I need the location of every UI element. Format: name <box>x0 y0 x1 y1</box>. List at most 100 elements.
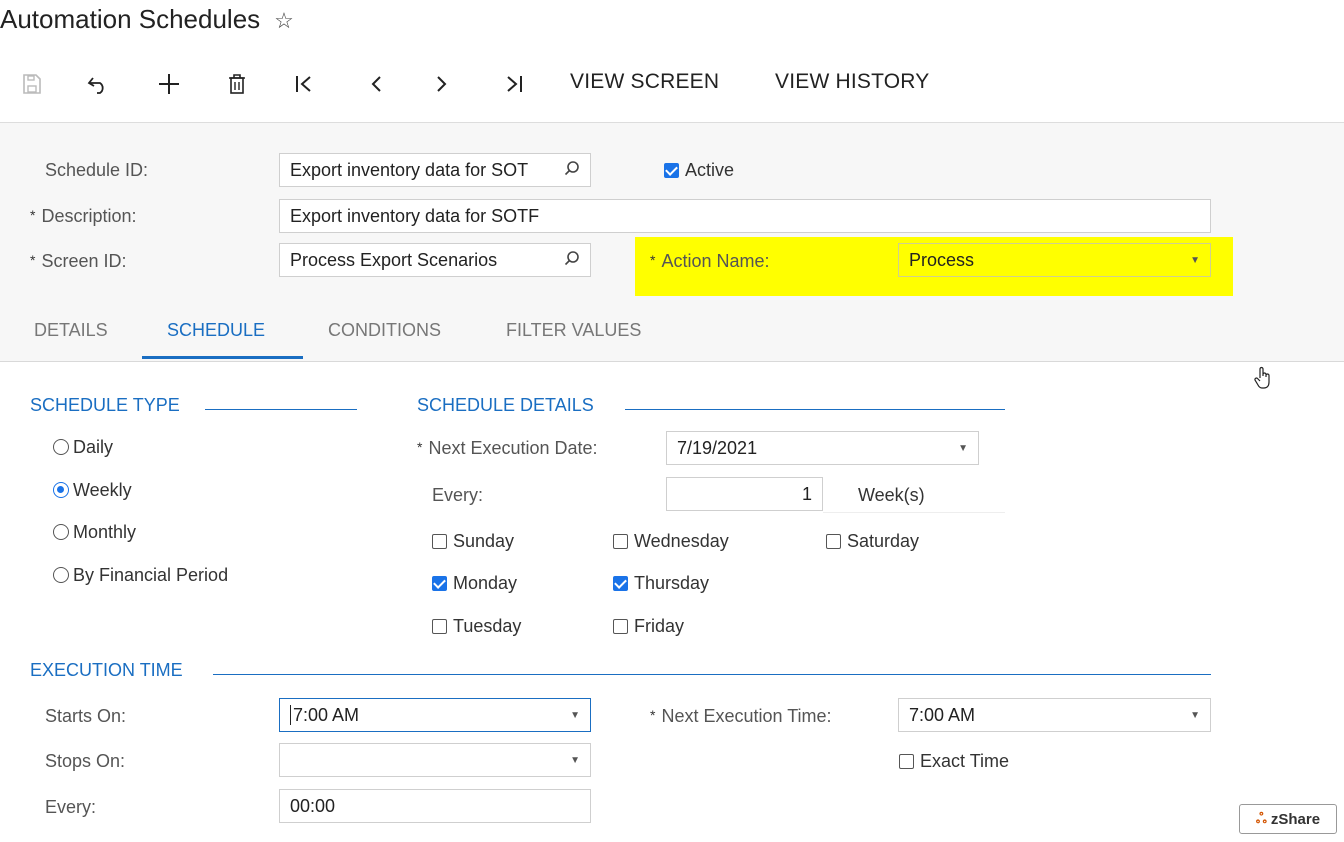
every-count-value: 1 <box>801 483 812 504</box>
view-screen-button[interactable]: VIEW SCREEN <box>570 70 719 94</box>
radio-by-financial-period[interactable]: By Financial Period <box>53 565 228 586</box>
tab-details[interactable]: DETAILS <box>34 320 108 341</box>
last-record-icon[interactable] <box>496 68 532 100</box>
checkbox-saturday[interactable]: Saturday <box>826 531 919 552</box>
next-execution-date-picker[interactable]: 7/19/2021 ▼ <box>666 431 979 465</box>
radio-unselected-icon <box>53 524 69 540</box>
checkbox-sunday[interactable]: Sunday <box>432 531 514 552</box>
zshare-badge[interactable]: ஃ zShare <box>1239 804 1337 834</box>
text-cursor <box>290 705 291 725</box>
checkbox-unchecked-icon <box>613 534 628 549</box>
zshare-label: zShare <box>1270 810 1321 828</box>
radio-daily[interactable]: Daily <box>53 437 113 458</box>
required-asterisk: * <box>30 252 36 268</box>
description-label: * Description: <box>30 206 137 227</box>
radio-financial-period-label: By Financial Period <box>73 565 229 585</box>
checkbox-unchecked-icon <box>613 619 628 634</box>
friday-label: Friday <box>634 616 685 636</box>
description-field[interactable]: Export inventory data for SOTF <box>279 199 1211 233</box>
action-name-dropdown[interactable]: Process ▼ <box>898 243 1211 277</box>
search-icon[interactable] <box>564 250 580 271</box>
page-title: Automation Schedules ☆ <box>0 4 294 35</box>
active-label: Active <box>685 160 735 180</box>
screen-id-value: Process Export Scenarios <box>290 249 498 270</box>
first-record-icon[interactable] <box>286 68 322 100</box>
schedule-id-value: Export inventory data for SOT <box>290 159 529 180</box>
radio-daily-label: Daily <box>73 437 114 457</box>
undo-icon[interactable] <box>80 68 116 100</box>
chevron-down-icon: ▼ <box>570 709 580 721</box>
previous-record-icon[interactable] <box>358 68 394 100</box>
schedule-id-label: Schedule ID: <box>45 160 149 180</box>
section-divider <box>205 409 357 410</box>
description-value: Export inventory data for SOTF <box>290 205 540 226</box>
next-execution-date-label-text: Next Execution Date: <box>428 438 598 458</box>
execution-every-label: Every: <box>45 797 97 817</box>
chevron-down-icon: ▼ <box>570 754 580 766</box>
add-icon[interactable] <box>151 68 187 100</box>
chevron-down-icon: ▼ <box>958 442 968 454</box>
schedule-details-heading: SCHEDULE DETAILS <box>417 395 594 415</box>
share-icon: ஃ <box>1255 809 1267 826</box>
starts-on-label: Starts On: <box>45 706 127 726</box>
radio-weekly-label: Weekly <box>73 480 132 500</box>
screen-id-label-text: Screen ID: <box>41 251 127 271</box>
radio-weekly[interactable]: Weekly <box>53 480 132 501</box>
tab-filter-values[interactable]: FILTER VALUES <box>506 320 641 341</box>
checkbox-friday[interactable]: Friday <box>613 616 684 637</box>
screen-id-field[interactable]: Process Export Scenarios <box>279 243 591 277</box>
every-unit-label: Week(s) <box>858 485 925 505</box>
tuesday-label: Tuesday <box>453 616 522 636</box>
stops-on-time-picker[interactable]: ▼ <box>279 743 591 777</box>
section-divider <box>213 674 1211 675</box>
wednesday-label: Wednesday <box>634 531 729 551</box>
checkbox-tuesday[interactable]: Tuesday <box>432 616 521 637</box>
checkbox-unchecked-icon <box>432 619 447 634</box>
stops-on-label: Stops On: <box>45 751 126 771</box>
checkbox-unchecked-icon <box>826 534 841 549</box>
starts-on-time-picker[interactable]: 7:00 AM ▼ <box>279 698 591 732</box>
action-name-label-text: Action Name: <box>661 251 770 271</box>
next-execution-date-value: 7/19/2021 <box>677 437 758 458</box>
required-asterisk: * <box>650 252 656 268</box>
monday-label: Monday <box>453 573 518 593</box>
next-execution-time-label-text: Next Execution Time: <box>661 706 832 726</box>
checkbox-monday[interactable]: Monday <box>432 573 517 594</box>
required-asterisk: * <box>30 207 36 223</box>
delete-icon[interactable] <box>219 68 255 100</box>
execution-every-field[interactable]: 00:00 <box>279 789 591 823</box>
radio-unselected-icon <box>53 439 69 455</box>
active-tab-indicator <box>142 356 303 359</box>
thursday-label: Thursday <box>634 573 710 593</box>
radio-monthly-label: Monthly <box>73 522 137 542</box>
required-asterisk: * <box>650 707 656 723</box>
required-asterisk: * <box>417 439 423 455</box>
checkbox-checked-icon <box>613 576 628 591</box>
star-icon[interactable]: ☆ <box>274 8 294 33</box>
checkbox-wednesday[interactable]: Wednesday <box>613 531 729 552</box>
search-icon[interactable] <box>564 160 580 181</box>
next-record-icon[interactable] <box>424 68 460 100</box>
checkbox-thursday[interactable]: Thursday <box>613 573 709 594</box>
execution-every-value: 00:00 <box>290 795 336 816</box>
checkbox-checked-icon <box>432 576 447 591</box>
execution-time-heading: EXECUTION TIME <box>30 660 183 680</box>
page-title-text: Automation Schedules <box>0 4 261 34</box>
hand-pointer-icon <box>1254 366 1272 396</box>
exact-time-checkbox[interactable]: Exact Time <box>899 751 1009 772</box>
action-name-value: Process <box>909 249 975 270</box>
save-icon[interactable] <box>14 68 50 100</box>
view-history-button[interactable]: VIEW HISTORY <box>775 70 930 94</box>
sunday-label: Sunday <box>453 531 515 551</box>
every-count-field[interactable]: 1 <box>666 477 823 511</box>
section-divider <box>625 409 1005 410</box>
active-checkbox[interactable]: Active <box>664 160 734 181</box>
radio-unselected-icon <box>53 567 69 583</box>
radio-monthly[interactable]: Monthly <box>53 522 136 543</box>
tab-conditions[interactable]: CONDITIONS <box>328 320 441 341</box>
schedule-id-field[interactable]: Export inventory data for SOT <box>279 153 591 187</box>
saturday-label: Saturday <box>847 531 920 551</box>
description-label-text: Description: <box>41 206 137 226</box>
tab-schedule[interactable]: SCHEDULE <box>167 320 265 341</box>
next-execution-time-picker[interactable]: 7:00 AM ▼ <box>898 698 1211 732</box>
